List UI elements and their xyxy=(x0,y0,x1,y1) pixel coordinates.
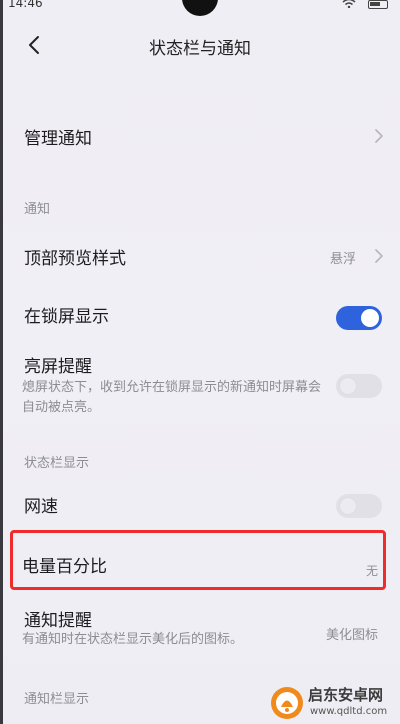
status-bar: 14:46 xyxy=(0,0,400,16)
manage-notifications-row[interactable]: 管理通知 xyxy=(0,110,400,162)
watermark: 启东安卓网 www.qdltd.com xyxy=(270,684,396,722)
lock-screen-display-toggle[interactable] xyxy=(336,306,382,330)
battery-icon xyxy=(368,0,388,9)
top-preview-style-label: 顶部预览样式 xyxy=(24,249,126,269)
network-speed-toggle[interactable] xyxy=(336,494,382,518)
lock-screen-display-row: 在锁屏显示 xyxy=(0,290,400,342)
top-preview-style-value: 悬浮 xyxy=(329,252,356,267)
section-label-notification-bar: 通知栏显示 xyxy=(24,692,90,707)
screen-wake-toggle[interactable] xyxy=(336,374,382,398)
notification-indicator-description: 有通知时在状态栏显示美化后的图标。 xyxy=(22,632,244,647)
notification-indicator-label: 通知提醒 xyxy=(24,611,92,631)
section-label-status-bar: 状态栏显示 xyxy=(24,456,90,471)
watermark-title: 启东安卓网 xyxy=(308,686,384,704)
manage-notifications-label: 管理通知 xyxy=(24,129,92,149)
lock-screen-display-label: 在锁屏显示 xyxy=(24,307,109,327)
status-time: 14:46 xyxy=(8,0,43,10)
wifi-icon xyxy=(342,0,356,8)
network-speed-row: 网速 xyxy=(0,480,400,530)
watermark-url: www.qdltd.com xyxy=(310,706,388,717)
header: 状态栏与通知 xyxy=(0,26,400,66)
screen-wake-row: 亮屏提醒 熄屏状态下，收到允许在锁屏显示的新通知时屏幕会自动被点亮。 xyxy=(0,350,400,430)
screen-wake-label: 亮屏提醒 xyxy=(24,357,92,377)
toggle-knob xyxy=(361,309,379,327)
settings-screen: 14:46 状态栏与通知 管理通知 通知 顶部预览样式 悬浮 在锁屏显示 亮屏提… xyxy=(0,0,400,724)
top-preview-style-row[interactable]: 顶部预览样式 悬浮 xyxy=(0,230,400,282)
chevron-right-icon xyxy=(375,129,384,143)
watermark-logo-icon xyxy=(271,687,303,719)
highlight-box xyxy=(10,530,386,590)
chevron-right-icon xyxy=(375,249,384,263)
notification-indicator-row[interactable]: 通知提醒 有通知时在状态栏显示美化后的图标。 美化图标 xyxy=(0,600,400,662)
screen-wake-description: 熄屏状态下，收到允许在锁屏显示的新通知时屏幕会自动被点亮。 xyxy=(22,380,322,415)
camera-notch xyxy=(182,0,218,16)
notification-indicator-value: 美化图标 xyxy=(325,628,378,643)
network-speed-label: 网速 xyxy=(24,497,58,517)
toggle-knob xyxy=(339,497,357,515)
phone-bezel xyxy=(0,0,3,724)
page-title: 状态栏与通知 xyxy=(149,39,251,59)
toggle-knob xyxy=(339,377,357,395)
section-label-notifications: 通知 xyxy=(24,202,51,217)
